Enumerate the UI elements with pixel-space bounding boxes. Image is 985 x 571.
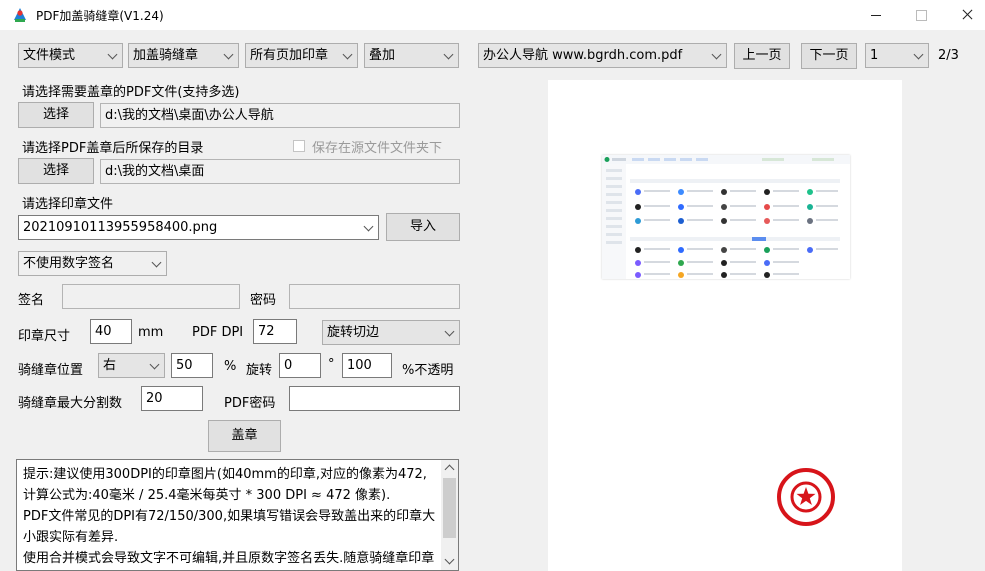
password-label: 密码 — [250, 293, 277, 308]
seal-file-value: 20210910113955958400.png — [23, 220, 218, 235]
choose-source-button[interactable]: 选择 — [18, 102, 94, 128]
pages-select[interactable]: 所有页加印章 — [245, 43, 358, 68]
signature-mode-select[interactable]: 不使用数字签名 — [18, 251, 167, 276]
pdf-password-label: PDF密码 — [224, 396, 276, 411]
app-icon — [14, 8, 26, 22]
title-bar: PDF加盖骑缝章(V1.24) — [0, 0, 985, 30]
page-count: 2/3 — [938, 48, 959, 63]
page-number-value: 1 — [870, 48, 879, 63]
tips-scrollbar[interactable] — [441, 460, 458, 570]
file-select-value: 办公人导航 www.bgrdh.com.pdf — [483, 48, 683, 63]
minimize-button[interactable] — [853, 0, 899, 30]
degree-sign: ° — [328, 357, 335, 372]
sign-field[interactable] — [62, 284, 240, 309]
seal-label: 请选择印章文件 — [22, 197, 114, 212]
sign-label: 签名 — [18, 293, 45, 308]
position-percent-field[interactable]: 50 — [171, 353, 213, 378]
chevron-down-icon — [363, 221, 374, 232]
mode-select[interactable]: 文件模式 — [18, 43, 123, 68]
size-label: 印章尺寸 — [18, 329, 71, 344]
output-path-field[interactable]: d:\我的文档\桌面 — [100, 159, 460, 184]
source-path-field[interactable]: d:\我的文档\桌面\办公人导航 — [100, 103, 460, 128]
opacity-field[interactable]: 100 — [342, 353, 392, 378]
chevron-down-icon — [443, 49, 454, 60]
chevron-down-icon — [444, 326, 455, 337]
chevron-down-icon — [149, 359, 160, 370]
seal-stamp-icon — [777, 468, 835, 526]
maximize-button[interactable] — [898, 0, 944, 30]
output-label: 请选择PDF盖章后所保存的目录 — [22, 141, 204, 156]
pdf-preview — [548, 80, 902, 571]
scroll-up-icon[interactable] — [444, 464, 455, 475]
choose-output-button[interactable]: 选择 — [18, 158, 94, 184]
seal-file-select[interactable]: 20210910113955958400.png — [18, 215, 379, 240]
dpi-field[interactable]: 72 — [253, 319, 297, 344]
action-select[interactable]: 加盖骑缝章 — [128, 43, 239, 68]
scroll-thumb[interactable] — [443, 478, 456, 538]
window-title: PDF加盖骑缝章(V1.24) — [36, 9, 164, 23]
chevron-down-icon — [711, 49, 722, 60]
tips-text: 提示:建议使用300DPI的印章图片(如40mm的印章,对应的像素为472,计算… — [23, 467, 436, 566]
stamp-button[interactable]: 盖章 — [208, 420, 281, 452]
mode-select-value: 文件模式 — [23, 48, 76, 63]
close-button[interactable] — [943, 0, 985, 30]
rotate-label: 旋转 — [246, 363, 273, 378]
file-select[interactable]: 办公人导航 www.bgrdh.com.pdf — [478, 43, 727, 68]
chevron-down-icon — [151, 257, 162, 268]
next-page-button[interactable]: 下一页 — [801, 43, 857, 69]
rotate-mode-select[interactable]: 旋转切边 — [322, 320, 460, 345]
rotate-mode-value: 旋转切边 — [327, 325, 380, 340]
action-select-value: 加盖骑缝章 — [133, 48, 199, 63]
dpi-label: PDF DPI — [192, 325, 244, 340]
chevron-down-icon — [223, 49, 234, 60]
size-field[interactable]: 40 — [90, 319, 132, 344]
position-value: 右 — [103, 358, 117, 373]
chevron-down-icon — [342, 49, 353, 60]
page-thumbnail — [602, 155, 850, 279]
page-number-select[interactable]: 1 — [865, 43, 929, 68]
password-field[interactable] — [289, 284, 460, 309]
max-split-field[interactable]: 20 — [141, 386, 203, 411]
signature-mode-value: 不使用数字签名 — [23, 256, 115, 271]
position-label: 骑缝章位置 — [18, 363, 84, 378]
overlay-select-value: 叠加 — [369, 48, 396, 63]
rotate-field[interactable]: 0 — [279, 353, 321, 378]
pages-select-value: 所有页加印章 — [250, 48, 329, 63]
overlay-select[interactable]: 叠加 — [364, 43, 459, 68]
position-select[interactable]: 右 — [98, 353, 165, 378]
pdf-password-field[interactable] — [289, 386, 460, 411]
same-folder-label: 保存在源文件文件夹下 — [312, 141, 443, 156]
chevron-down-icon — [913, 49, 924, 60]
tips-textarea[interactable]: 提示:建议使用300DPI的印章图片(如40mm的印章,对应的像素为472,计算… — [16, 459, 459, 571]
source-label: 请选择需要盖章的PDF文件(支持多选) — [22, 85, 240, 100]
opacity-label: %不透明 — [402, 363, 454, 378]
prev-page-button[interactable]: 上一页 — [734, 43, 790, 69]
chevron-down-icon — [107, 49, 118, 60]
import-button[interactable]: 导入 — [386, 213, 460, 241]
max-split-label: 骑缝章最大分割数 — [18, 396, 123, 411]
scroll-down-icon[interactable] — [444, 554, 455, 565]
percent-sign: % — [224, 359, 237, 374]
size-unit: mm — [138, 325, 164, 340]
same-folder-checkbox[interactable] — [293, 140, 305, 152]
